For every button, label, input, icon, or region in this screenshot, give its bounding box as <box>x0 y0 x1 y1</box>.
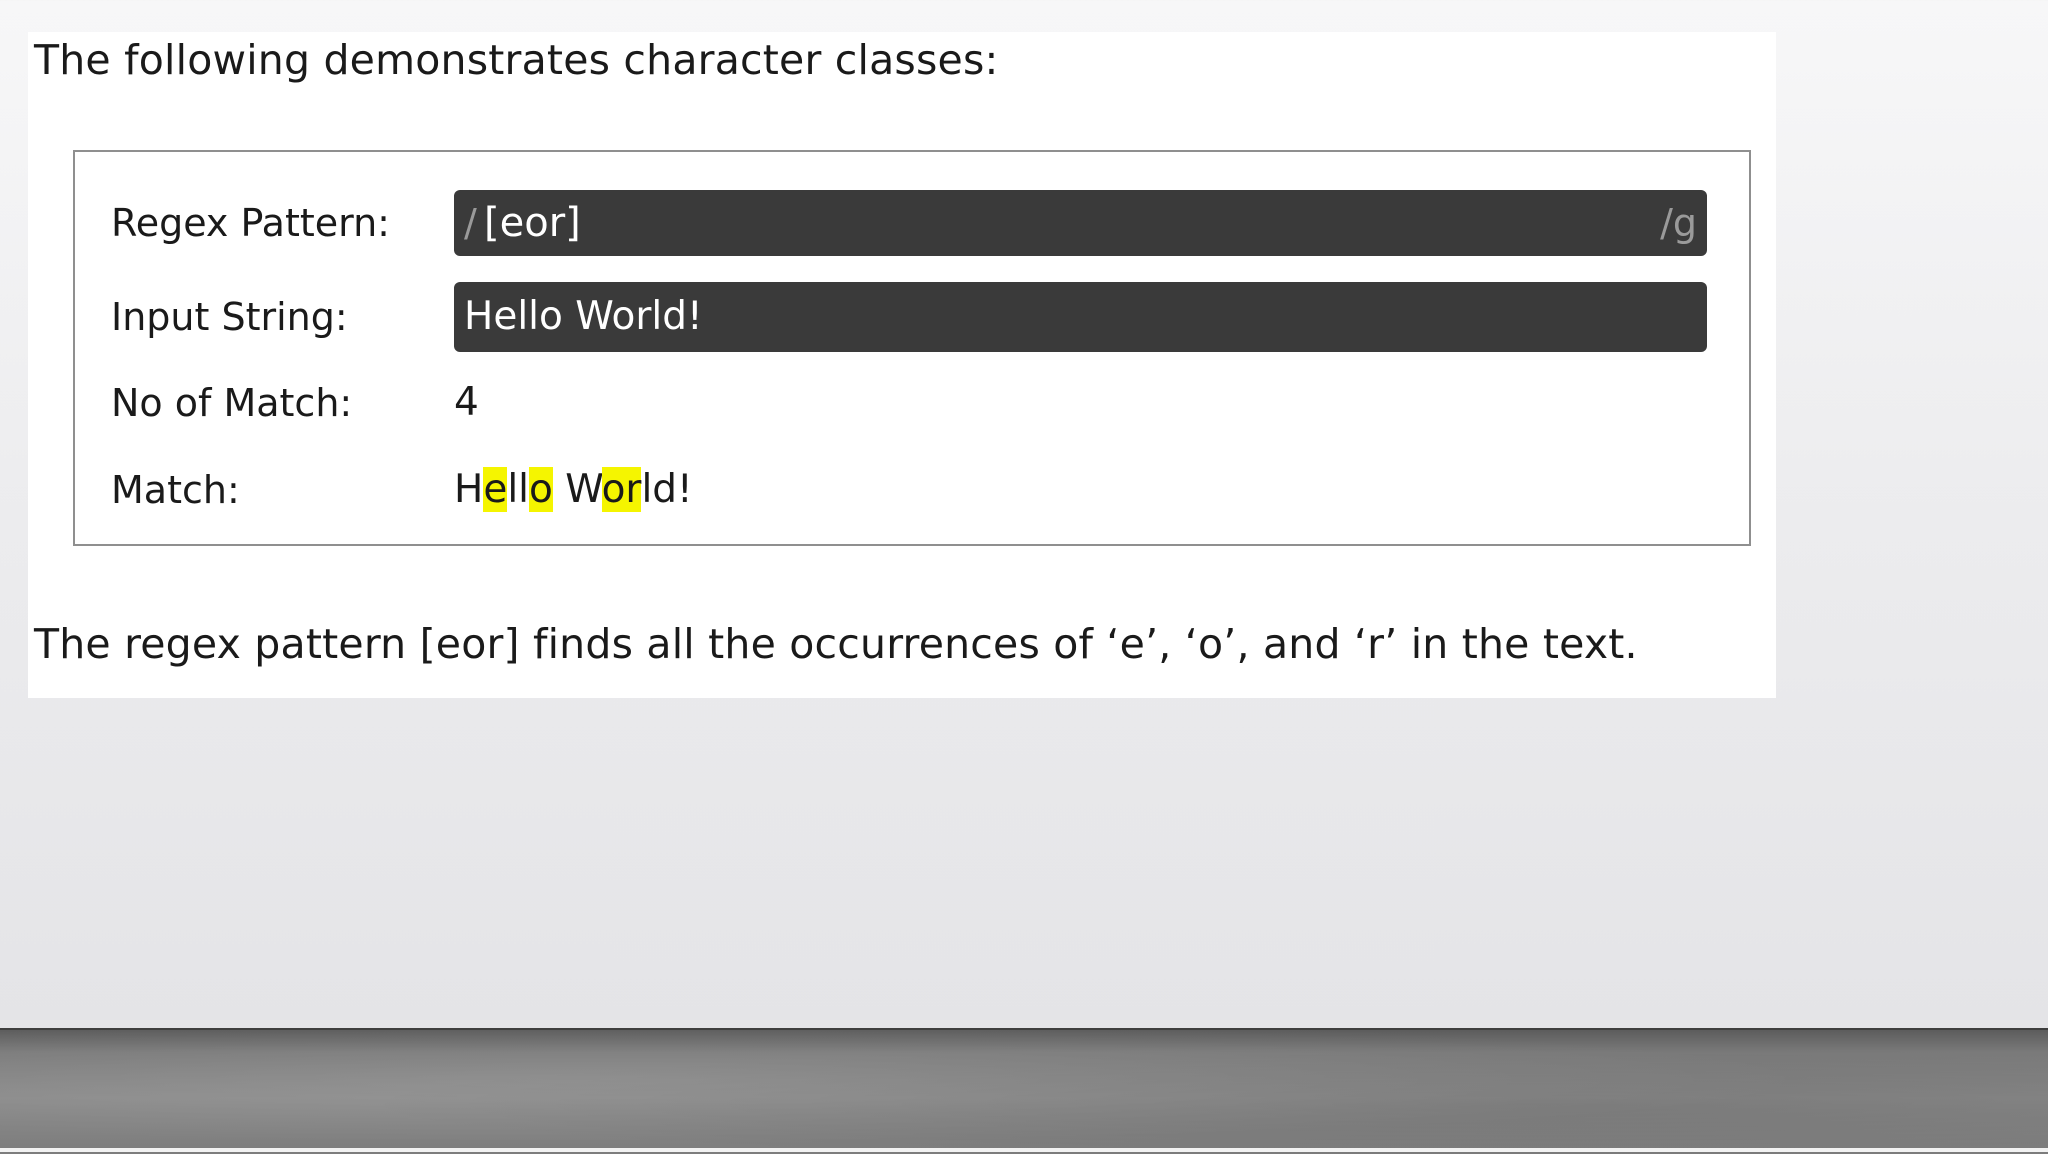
match-text-segment: ll <box>507 467 529 512</box>
match-highlight: o <box>529 467 553 512</box>
floor-background <box>0 1028 2048 1154</box>
match-highlight: e <box>483 467 508 512</box>
bottom-edge <box>0 1148 2048 1152</box>
intro-text: The following demonstrates character cla… <box>34 36 999 84</box>
input-value: Hello World! <box>464 294 703 339</box>
match-label: Match: <box>111 468 240 512</box>
match-highlight: or <box>601 467 642 512</box>
match-result: Hello World! <box>454 465 693 515</box>
match-text-segment: ld! <box>641 467 693 512</box>
match-count-value: 4 <box>454 380 479 425</box>
match-text-segment: H <box>454 467 484 512</box>
pattern-delimiter: / <box>464 201 477 245</box>
input-string-field[interactable]: Hello World! <box>454 282 1707 352</box>
pattern-flags: /g <box>1660 201 1697 245</box>
regex-pattern-field[interactable]: / [eor] /g <box>454 190 1707 256</box>
match-text-segment: W <box>552 467 602 512</box>
regex-demo-panel: Regex Pattern: / [eor] /g Input String: … <box>73 150 1751 546</box>
pattern-label: Regex Pattern: <box>111 201 390 245</box>
pattern-value: [eor] <box>484 200 581 246</box>
input-label: Input String: <box>111 295 348 339</box>
outro-text: The regex pattern [eor] finds all the oc… <box>34 620 1638 668</box>
content-card: The following demonstrates character cla… <box>28 32 1776 698</box>
match-count-label: No of Match: <box>111 381 353 425</box>
